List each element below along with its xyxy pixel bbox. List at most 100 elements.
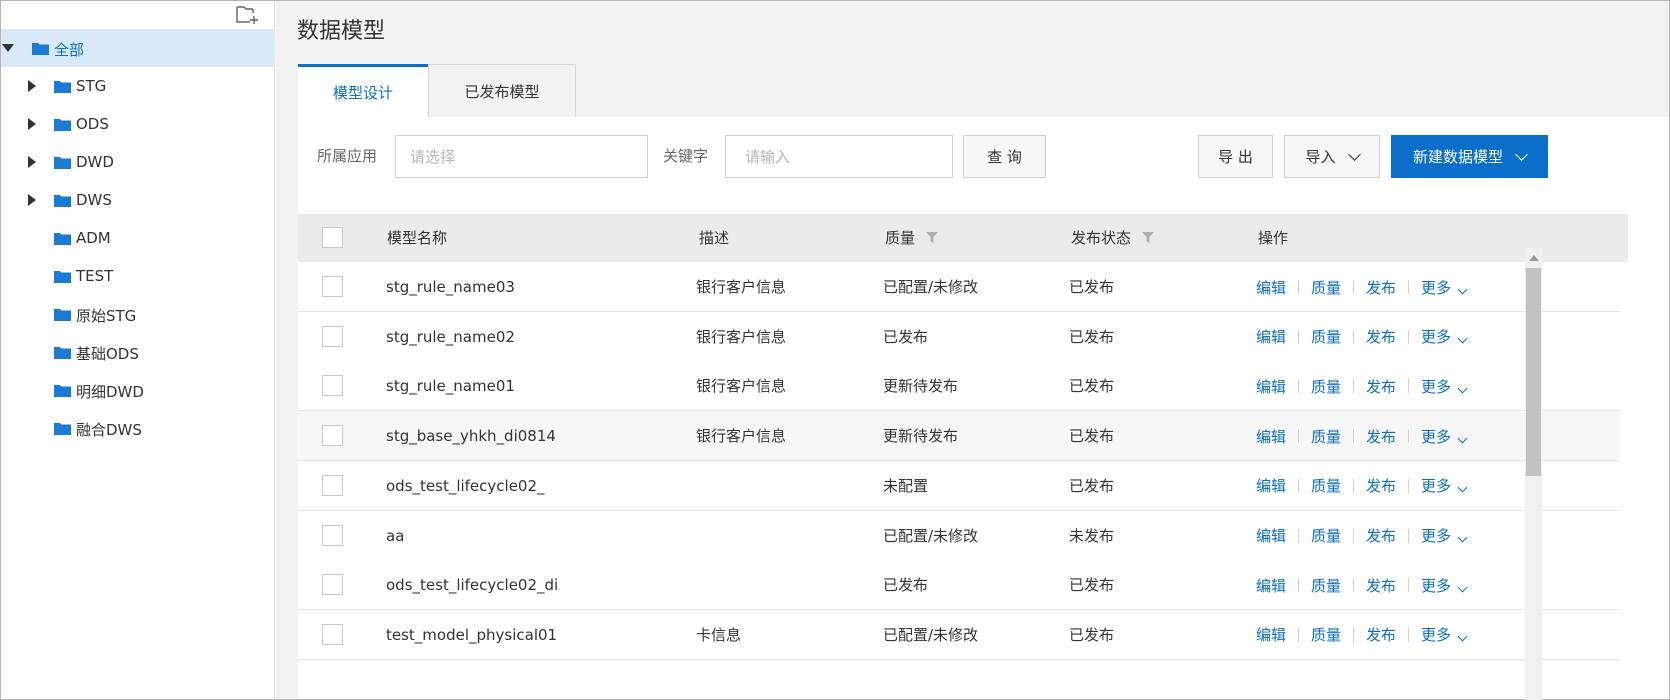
keyword-input[interactable]	[725, 135, 953, 178]
row-checkbox[interactable]	[322, 325, 343, 347]
publish-link[interactable]: 发布	[1366, 426, 1396, 447]
new-model-button[interactable]: 新建数据模型	[1391, 135, 1548, 178]
tree-item[interactable]: ADM	[1, 219, 275, 259]
query-button[interactable]: 查 询	[963, 135, 1046, 178]
tree-item[interactable]: 原始STG	[1, 295, 275, 335]
edit-link[interactable]: 编辑	[1256, 624, 1286, 645]
more-dropdown[interactable]: 更多	[1421, 426, 1468, 447]
scroll-up-arrow-icon[interactable]	[1529, 255, 1539, 261]
more-dropdown[interactable]: 更多	[1421, 277, 1468, 298]
select-all-checkbox[interactable]	[322, 227, 343, 248]
tree-item[interactable]: ODS	[1, 105, 275, 145]
quality-link[interactable]: 质量	[1311, 426, 1341, 447]
caret-down-icon[interactable]	[2, 44, 14, 52]
quality-link[interactable]: 质量	[1311, 525, 1341, 546]
publish-link[interactable]: 发布	[1366, 475, 1396, 496]
table-row[interactable]: stg_base_yhkh_di0814 银行客户信息 更新待发布 已发布 编辑 质量 发布…	[298, 411, 1620, 462]
more-dropdown[interactable]: 更多	[1421, 525, 1468, 546]
publish-link[interactable]: 发布	[1366, 575, 1396, 596]
quality-link[interactable]: 质量	[1311, 376, 1341, 397]
tree-item-label: ODS	[76, 115, 109, 133]
edit-link[interactable]: 编辑	[1256, 575, 1286, 596]
more-dropdown[interactable]: 更多	[1421, 376, 1468, 397]
caret-right-icon[interactable]	[28, 156, 36, 168]
publish-link[interactable]: 发布	[1366, 326, 1396, 347]
table-row[interactable]: stg_rule_name01 银行客户信息 更新待发布 已发布 编辑 质量 发布 更多	[298, 361, 1620, 412]
quality-link[interactable]: 质量	[1311, 475, 1341, 496]
row-checkbox[interactable]	[322, 474, 343, 496]
chevron-down-icon	[1457, 482, 1468, 493]
row-checkbox[interactable]	[322, 623, 343, 645]
edit-link[interactable]: 编辑	[1256, 326, 1286, 347]
quality-link[interactable]: 质量	[1311, 326, 1341, 347]
tab-model-design[interactable]: 模型设计	[298, 64, 428, 117]
edit-link[interactable]: 编辑	[1256, 376, 1286, 397]
tree-item[interactable]: DWS	[1, 181, 275, 221]
publish-link[interactable]: 发布	[1366, 624, 1396, 645]
scrollbar-thumb[interactable]	[1526, 268, 1541, 476]
tree-item[interactable]: 融合DWS	[1, 409, 275, 449]
tree-item[interactable]: 基础ODS	[1, 333, 275, 373]
row-checkbox[interactable]	[322, 524, 343, 546]
table-row[interactable]: stg_rule_name02 银行客户信息 已发布 已发布 编辑 质量 发布 更多	[298, 311, 1620, 362]
col-actions: 操作	[1258, 229, 1289, 247]
tree-item[interactable]: 明细DWD	[1, 371, 275, 411]
table-row[interactable]: stg_rule_name03 银行客户信息 已配置/未修改 已发布 编辑 质量 发布 更多	[298, 262, 1620, 312]
publish-link[interactable]: 发布	[1366, 376, 1396, 397]
tree-item[interactable]: DWD	[1, 143, 275, 183]
tree-item-label: 融合DWS	[76, 421, 142, 439]
cell-description: 银行客户信息	[696, 327, 787, 346]
quality-link[interactable]: 质量	[1311, 624, 1341, 645]
publish-link[interactable]: 发布	[1366, 525, 1396, 546]
export-button[interactable]: 导 出	[1198, 135, 1273, 178]
cell-status: 已发布	[1069, 427, 1115, 446]
tree-item[interactable]: TEST	[1, 257, 275, 297]
col-quality-label: 质量	[885, 229, 916, 247]
row-checkbox[interactable]	[322, 276, 343, 297]
cell-status: 已发布	[1069, 576, 1115, 595]
folder-icon	[54, 81, 71, 93]
caret-right-icon[interactable]	[28, 80, 36, 92]
cell-status: 已发布	[1069, 476, 1115, 495]
publish-link[interactable]: 发布	[1366, 277, 1396, 298]
cell-quality: 已配置/未修改	[883, 625, 979, 644]
main-area: 数据模型 模型设计 已发布模型 所属应用 关键字 查 询 导 出 导入 新建数据…	[276, 1, 1669, 699]
row-checkbox[interactable]	[322, 425, 343, 447]
quality-link[interactable]: 质量	[1311, 277, 1341, 298]
quality-link[interactable]: 质量	[1311, 575, 1341, 596]
tree-item[interactable]: STG	[1, 67, 275, 107]
tree-item-label: DWS	[76, 191, 112, 209]
folder-add-icon[interactable]	[235, 3, 259, 25]
tab-published-models[interactable]: 已发布模型	[428, 64, 576, 117]
filter-icon[interactable]	[1141, 231, 1154, 243]
divider	[1353, 280, 1355, 294]
import-button[interactable]: 导入	[1284, 135, 1380, 178]
filter-icon[interactable]	[925, 231, 938, 243]
edit-link[interactable]: 编辑	[1256, 475, 1286, 496]
divider	[1353, 578, 1355, 593]
table-row[interactable]: test_model_physical01 卡信息 已配置/未修改 已发布 编辑 质量 发布…	[298, 609, 1620, 660]
new-model-label: 新建数据模型	[1412, 148, 1503, 166]
more-dropdown[interactable]: 更多	[1421, 475, 1468, 496]
more-dropdown[interactable]: 更多	[1421, 624, 1468, 645]
table-row[interactable]: ods_test_lifecycle02_ 未配置 已发布 编辑 质量 发布 更多	[298, 460, 1620, 511]
divider	[1408, 528, 1410, 543]
caret-right-icon[interactable]	[28, 118, 36, 130]
edit-link[interactable]: 编辑	[1256, 525, 1286, 546]
edit-link[interactable]: 编辑	[1256, 277, 1286, 298]
row-checkbox[interactable]	[322, 574, 343, 596]
table-row[interactable]: aa 已配置/未修改 未发布 编辑 质量 发布 更多	[298, 510, 1620, 561]
divider	[1298, 627, 1300, 642]
tree-item[interactable]: 全部	[1, 29, 275, 67]
edit-link[interactable]: 编辑	[1256, 426, 1286, 447]
tree-item-label: 原始STG	[76, 307, 137, 325]
row-actions: 编辑 质量 发布 更多	[1256, 560, 1468, 610]
col-model-name: 模型名称	[387, 229, 448, 247]
row-checkbox[interactable]	[322, 375, 343, 397]
app-select[interactable]	[395, 135, 648, 178]
more-dropdown[interactable]: 更多	[1421, 326, 1468, 347]
table-row[interactable]: ods_test_lifecycle02_di 已发布 已发布 编辑 质量 发布 更多	[298, 560, 1620, 611]
caret-right-icon[interactable]	[28, 194, 36, 206]
folder-icon	[54, 309, 71, 321]
more-dropdown[interactable]: 更多	[1421, 575, 1468, 596]
